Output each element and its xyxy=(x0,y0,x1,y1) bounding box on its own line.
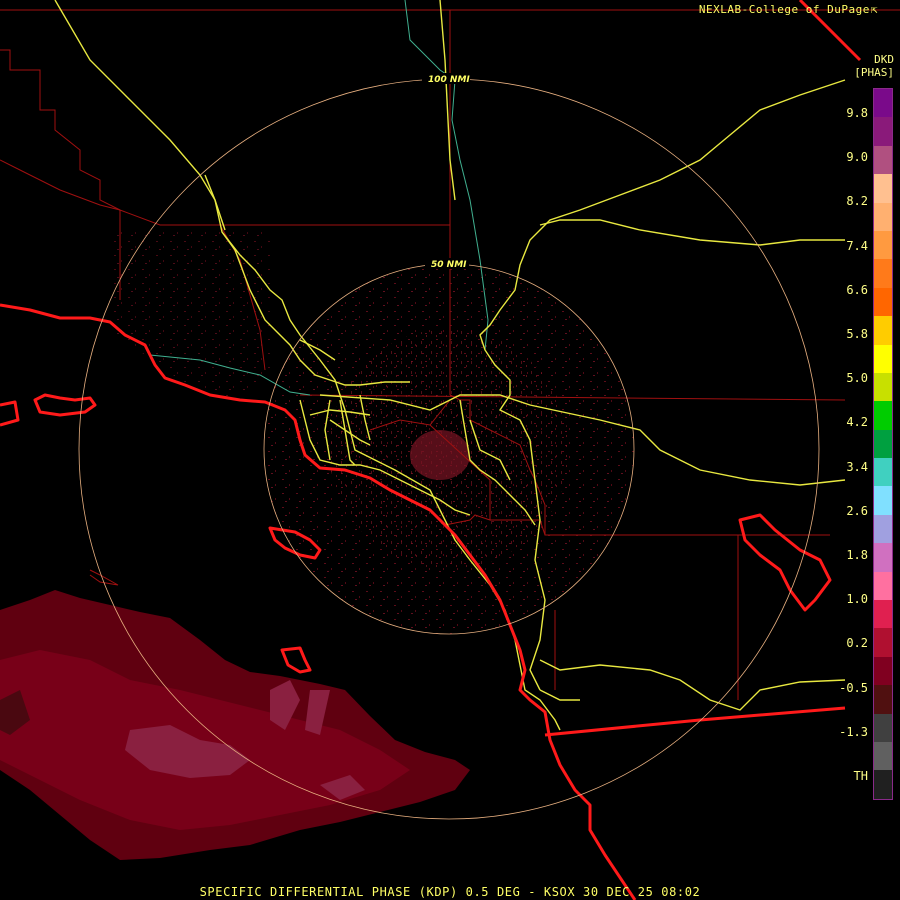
color-scale-segment xyxy=(874,685,892,714)
color-scale-tick: 7.4 xyxy=(846,238,868,253)
precip-echo-area xyxy=(0,590,470,860)
color-scale-segment xyxy=(874,571,892,601)
color-scale-segment xyxy=(874,344,892,373)
range-ring-50-label: 50 NMI xyxy=(431,260,467,270)
clutter-center xyxy=(410,430,470,480)
color-scale-segment xyxy=(874,600,892,629)
credit-mark-icon: ⇱ xyxy=(870,3,878,16)
color-scale-tick: 5.0 xyxy=(846,371,868,386)
color-scale-segment xyxy=(874,514,892,544)
color-scale-segment xyxy=(874,174,892,203)
radar-map: 100 NMI 50 NMI xyxy=(0,0,900,900)
color-scale-segment xyxy=(874,259,892,288)
color-scale-segment xyxy=(874,372,892,402)
color-scale-segment xyxy=(874,656,892,686)
credit-text: NEXLAB-College of DuPage xyxy=(698,3,870,16)
color-scale-tick: 8.2 xyxy=(846,194,868,209)
color-scale-segment xyxy=(874,543,892,572)
color-scale-tick: 3.4 xyxy=(846,459,868,474)
range-ring-100-label: 100 NMI xyxy=(428,75,470,85)
legend-units: [PHAS] xyxy=(854,66,894,79)
color-scale-tick: 5.8 xyxy=(846,327,868,341)
color-scale-tick: 4.2 xyxy=(846,415,868,430)
color-scale-segment xyxy=(874,316,892,345)
color-scale-segment xyxy=(874,202,892,231)
color-scale-segment xyxy=(874,429,892,459)
color-scale-tick: 1.8 xyxy=(846,548,868,562)
legend-title: DKD [PHAS] xyxy=(854,53,894,79)
color-scale-tick: 6.6 xyxy=(846,282,868,297)
color-scale-segment xyxy=(874,628,892,657)
color-scale-segment xyxy=(874,486,892,515)
color-scale-tick: TH xyxy=(853,769,868,783)
credit-banner: NEXLAB-College of DuPage⇱ xyxy=(699,3,878,16)
color-scale-tick: -0.5 xyxy=(839,680,868,695)
color-scale-segment xyxy=(874,741,892,771)
color-scale-segment xyxy=(874,287,892,317)
color-scale-tick: 9.0 xyxy=(846,150,868,165)
color-scale-segment xyxy=(874,458,892,487)
color-scale-segment xyxy=(874,230,892,260)
legend-product: DKD xyxy=(874,53,894,66)
color-scale-segment xyxy=(874,89,892,118)
color-scale-tick: 9.8 xyxy=(846,106,868,120)
color-scale-tick: 1.0 xyxy=(846,592,868,607)
color-scale-segment xyxy=(874,145,892,175)
color-scale-tick: -1.3 xyxy=(839,724,868,739)
color-scale-tick: 2.6 xyxy=(846,503,868,518)
color-scale-tick: 0.2 xyxy=(846,636,868,651)
color-scale-segment xyxy=(874,117,892,146)
color-scale-bar xyxy=(873,88,893,800)
color-scale-segment xyxy=(874,770,892,799)
product-footer: SPECIFIC DIFFERENTIAL PHASE (KDP) 0.5 DE… xyxy=(199,885,701,899)
color-scale-segment xyxy=(874,401,892,430)
color-scale-segment xyxy=(874,713,892,742)
